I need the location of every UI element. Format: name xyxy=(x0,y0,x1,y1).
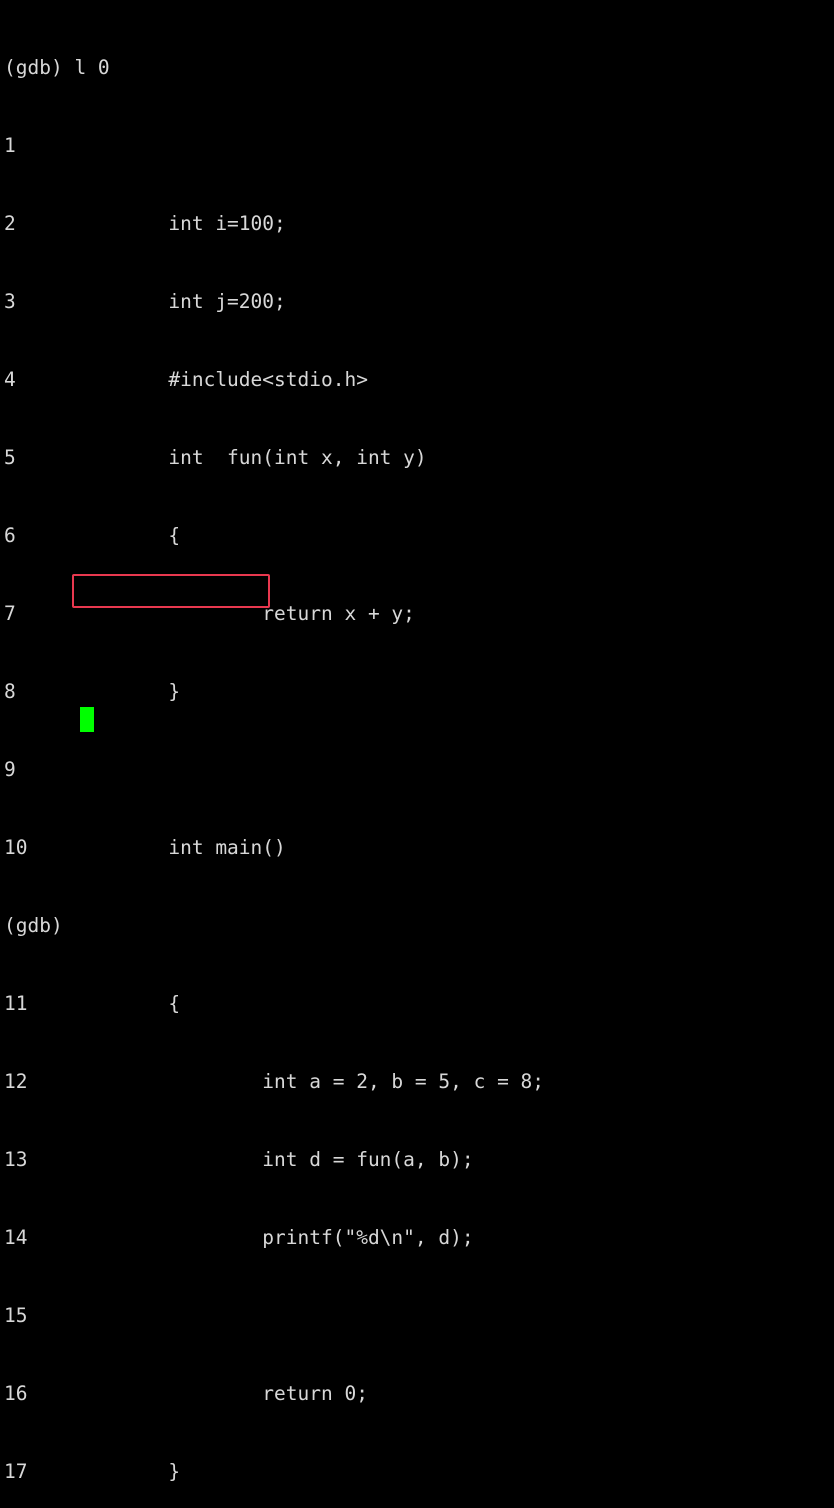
terminal-window[interactable]: (gdb) l 0 1 2 int i=100; 3 int j=200; 4 … xyxy=(0,0,834,1483)
terminal-line-source-7: 7 return x + y; xyxy=(4,602,415,625)
block-cursor xyxy=(80,707,94,732)
terminal-line-source-12: 12 int a = 2, b = 5, c = 8; xyxy=(4,1070,545,1093)
terminal-line-source-10: 10 int main() xyxy=(4,836,286,859)
terminal-line-source-6: 6 { xyxy=(4,524,181,547)
terminal-line-source-3: 3 int j=200; xyxy=(4,290,286,313)
terminal-line-source-9: 9 xyxy=(4,758,16,781)
terminal-line-source-4: 4 #include<stdio.h> xyxy=(4,368,368,391)
terminal-line-source-16: 16 return 0; xyxy=(4,1382,368,1405)
terminal-output: (gdb) l 0 1 2 int i=100; 3 int j=200; 4 … xyxy=(4,3,830,1508)
terminal-line-source-15: 15 xyxy=(4,1304,28,1327)
terminal-line-source-5: 5 int fun(int x, int y) xyxy=(4,446,427,469)
terminal-line-command-list: (gdb) l 0 xyxy=(4,56,110,79)
terminal-line-prompt-1: (gdb) xyxy=(4,914,63,937)
terminal-line-source-13: 13 int d = fun(a, b); xyxy=(4,1148,474,1171)
terminal-line-source-8: 8 } xyxy=(4,680,181,703)
terminal-line-source-11: 11 { xyxy=(4,992,181,1015)
terminal-line-source-2: 2 int i=100; xyxy=(4,212,286,235)
terminal-line-source-1: 1 xyxy=(4,134,16,157)
terminal-line-source-14: 14 printf("%d\n", d); xyxy=(4,1226,474,1249)
terminal-line-source-17: 17 } xyxy=(4,1460,181,1483)
